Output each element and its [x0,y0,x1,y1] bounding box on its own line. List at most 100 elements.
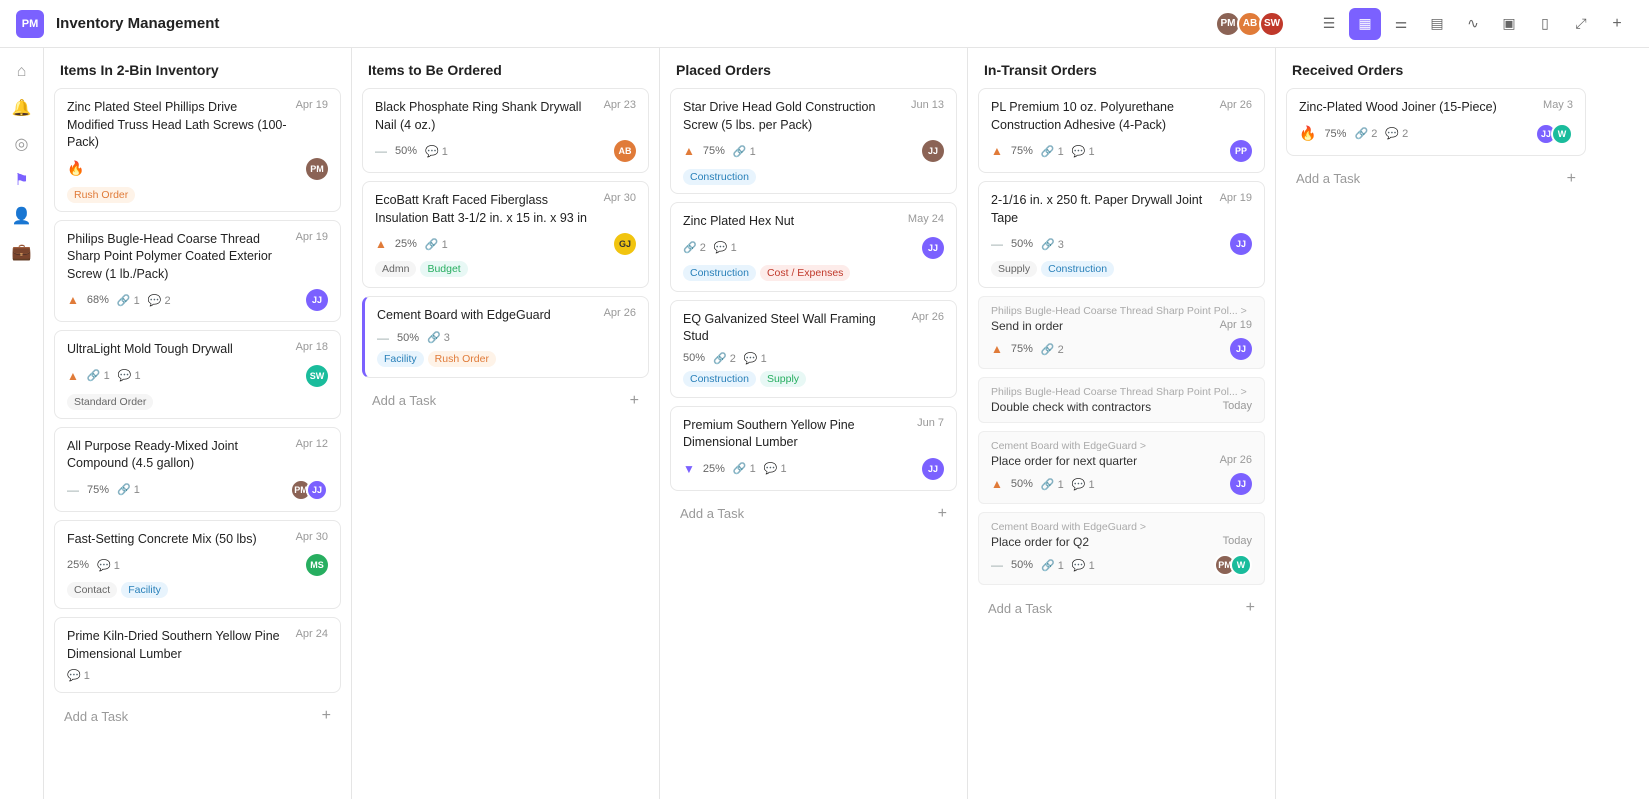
card-avatar: JJ [306,289,328,311]
subtask-avatar: JJ [1230,473,1252,495]
sidebar-bell-icon[interactable]: 🔔 [6,92,38,124]
tag-admn: Admn [375,261,416,277]
subtask-ref[interactable]: Philips Bugle-Head Coarse Thread Sharp P… [991,386,1252,398]
col3-add-task[interactable]: Add a Task + [670,499,957,529]
card-title: Prime Kiln-Dried Southern Yellow Pine Di… [67,628,296,663]
card-avatar: MS [306,554,328,576]
card-title: EcoBatt Kraft Faced Fiberglass Insulatio… [375,192,604,227]
subtask-next-quarter[interactable]: Cement Board with EdgeGuard > Place orde… [978,431,1265,504]
card-philips-screw[interactable]: Philips Bugle-Head Coarse Thread Sharp P… [54,220,341,323]
col1-add-task[interactable]: Add a Task + [54,701,341,731]
card-date: Apr 30 [604,192,636,204]
card-avatar: SW [306,365,328,387]
comment-icon: 💬 2 [1385,127,1408,140]
subtask-title: Place order for Q2 [991,535,1089,549]
col2-add-task[interactable]: Add a Task + [362,386,649,416]
subtask-ref[interactable]: Cement Board with EdgeGuard > [991,521,1252,533]
avatar-3: SW [1259,11,1285,37]
col4-add-task[interactable]: Add a Task + [978,593,1265,623]
topbar-avatars: PM AB SW [1219,11,1285,37]
link-icon: 🔗 1 [1041,478,1064,491]
comment-icon: 💬 1 [1072,145,1095,158]
card-title: EQ Galvanized Steel Wall Framing Stud [683,311,912,346]
toolbar-list-icon[interactable]: ☰ [1313,8,1345,40]
progress-value: 25% [703,463,725,475]
sidebar-search-icon[interactable]: ◎ [6,128,38,160]
card-concrete-mix[interactable]: Fast-Setting Concrete Mix (50 lbs) Apr 3… [54,520,341,610]
card-date: Apr 26 [1220,99,1252,111]
toolbar-add-icon[interactable]: + [1601,8,1633,40]
subtask-title: Double check with contractors [991,400,1151,414]
sidebar-work-icon[interactable]: 💼 [6,236,38,268]
link-icon: 🔗 2 [683,241,706,254]
card-avatars: PM JJ [290,479,328,501]
progress-flat-icon: — [67,483,79,497]
add-task-plus: + [322,707,331,725]
progress-value: 75% [1011,343,1033,355]
progress-value: 68% [87,294,109,306]
card-ultralight-drywall[interactable]: UltraLight Mold Tough Drywall Apr 18 ▲ 🔗… [54,330,341,419]
toolbar-table-icon[interactable]: ▤ [1421,8,1453,40]
card-date: Apr 19 [296,99,328,111]
card-date: Jun 7 [917,417,944,429]
sidebar-user-icon[interactable]: 👤 [6,200,38,232]
toolbar-calendar-icon[interactable]: ▣ [1493,8,1525,40]
sidebar-home-icon[interactable]: ⌂ [6,56,38,88]
subtask-ref[interactable]: Philips Bugle-Head Coarse Thread Sharp P… [991,305,1252,317]
toolbar-expand-icon[interactable]: ⤢ [1565,8,1597,40]
card-star-drive[interactable]: Star Drive Head Gold Construction Screw … [670,88,957,194]
card-pine-lumber[interactable]: Prime Kiln-Dried Southern Yellow Pine Di… [54,617,341,693]
card-ecobatt[interactable]: EcoBatt Kraft Faced Fiberglass Insulatio… [362,181,649,288]
toolbar-chart-icon[interactable]: ∿ [1457,8,1489,40]
link-icon: 🔗 3 [1041,238,1064,251]
link-icon: 🔗 1 [425,238,448,251]
subtask-ref[interactable]: Cement Board with EdgeGuard > [991,440,1252,452]
link-icon: 🔗 2 [1354,127,1377,140]
sidebar-flag-icon[interactable]: ⚑ [6,164,38,196]
card-avatar: GJ [614,233,636,255]
card-zinc-joiner[interactable]: Zinc-Plated Wood Joiner (15-Piece) May 3… [1286,88,1586,156]
link-icon: 🔗 1 [1041,145,1064,158]
tag-rush: Rush Order [67,187,135,203]
add-task-label: Add a Task [988,601,1052,616]
card-title: 2-1/16 in. x 250 ft. Paper Drywall Joint… [991,192,1220,227]
subtask-avatar: JJ [1230,338,1252,360]
subtask-q2[interactable]: Cement Board with EdgeGuard > Place orde… [978,512,1265,585]
toolbar-board-icon[interactable]: ▦ [1349,8,1381,40]
card-title: Black Phosphate Ring Shank Drywall Nail … [375,99,604,134]
card-zinc-hex[interactable]: Zinc Plated Hex Nut May 24 🔗 2 💬 1 JJ Co… [670,202,957,292]
link-icon: 🔗 1 [733,145,756,158]
comment-icon: 💬 1 [1072,478,1095,491]
subtask-title: Place order for next quarter [991,454,1137,468]
subtask-double-check[interactable]: Philips Bugle-Head Coarse Thread Sharp P… [978,377,1265,423]
card-eq-galvanized[interactable]: EQ Galvanized Steel Wall Framing Stud Ap… [670,300,957,398]
toolbar: ☰ ▦ ⚌ ▤ ∿ ▣ ▯ ⤢ + [1313,8,1633,40]
card-zinc-screws[interactable]: Zinc Plated Steel Phillips Drive Modifie… [54,88,341,212]
card-title: Zinc Plated Hex Nut [683,213,908,231]
tag-construction: Construction [683,169,756,185]
add-task-label: Add a Task [372,393,436,408]
col5-body: Zinc-Plated Wood Joiner (15-Piece) May 3… [1276,88,1596,799]
card-cement-board[interactable]: Cement Board with EdgeGuard Apr 26 — 50%… [362,296,649,378]
comment-icon: 💬 1 [97,559,120,572]
link-icon: 🔗 1 [733,462,756,475]
col5-add-task[interactable]: Add a Task + [1286,164,1586,194]
col4-body: PL Premium 10 oz. Polyurethane Construct… [968,88,1275,799]
link-icon: 🔗 1 [1041,559,1064,572]
tag-supply: Supply [991,261,1037,277]
subtask-date: Apr 19 [1220,319,1252,331]
card-premium-pine[interactable]: Premium Southern Yellow Pine Dimensional… [670,406,957,491]
tag-facility: Facility [377,351,424,367]
subtask-send-order[interactable]: Philips Bugle-Head Coarse Thread Sharp P… [978,296,1265,369]
card-drywall-tape[interactable]: 2-1/16 in. x 250 ft. Paper Drywall Joint… [978,181,1265,288]
col3-header: Placed Orders [660,48,967,88]
card-joint-compound[interactable]: All Purpose Ready-Mixed Joint Compound (… [54,427,341,512]
card-title: Zinc Plated Steel Phillips Drive Modifie… [67,99,296,152]
card-pl-premium[interactable]: PL Premium 10 oz. Polyurethane Construct… [978,88,1265,173]
progress-flat-icon: — [377,331,389,345]
col2-header: Items to Be Ordered [352,48,659,88]
toolbar-filter-icon[interactable]: ⚌ [1385,8,1417,40]
card-phosphate-nail[interactable]: Black Phosphate Ring Shank Drywall Nail … [362,88,649,173]
progress-flat-icon: — [375,144,387,158]
toolbar-doc-icon[interactable]: ▯ [1529,8,1561,40]
